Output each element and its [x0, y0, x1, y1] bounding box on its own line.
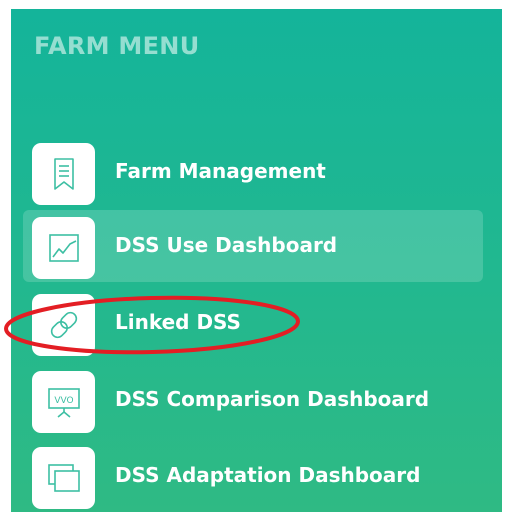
menu-item-label: Linked DSS [115, 310, 241, 334]
menu-title: FARM MENU [34, 32, 200, 60]
menu-icon-container [32, 217, 95, 279]
menu-item-label: DSS Comparison Dashboard [115, 387, 430, 411]
link-icon [50, 311, 77, 339]
menu-item-dss-comparison-dashboard[interactable]: VVO DSS Comparison Dashboard [23, 364, 483, 436]
farm-menu-sidebar: FARM MENU Farm Management DSS Use Dashbo… [11, 9, 502, 512]
menu-item-label: DSS Adaptation Dashboard [115, 463, 421, 487]
menu-icon-container [32, 294, 95, 356]
menu-item-linked-dss[interactable]: Linked DSS [23, 287, 483, 359]
menu-item-farm-management[interactable]: Farm Management [23, 136, 483, 208]
menu-icon-container: VVO [32, 371, 95, 433]
stacked-windows-icon [47, 464, 80, 492]
whiteboard-vs-icon: VVO [47, 388, 80, 418]
menu-icon-container [32, 143, 95, 205]
menu-icon-container [32, 447, 95, 509]
menu-item-label: DSS Use Dashboard [115, 233, 338, 257]
whiteboard-icon-text: VVO [54, 396, 73, 406]
line-chart-icon [48, 234, 79, 262]
menu-item-label: Farm Management [115, 159, 326, 183]
menu-item-dss-adaptation-dashboard[interactable]: DSS Adaptation Dashboard [23, 440, 483, 512]
bookmark-document-icon [53, 158, 74, 190]
menu-item-dss-use-dashboard[interactable]: DSS Use Dashboard [23, 210, 483, 282]
